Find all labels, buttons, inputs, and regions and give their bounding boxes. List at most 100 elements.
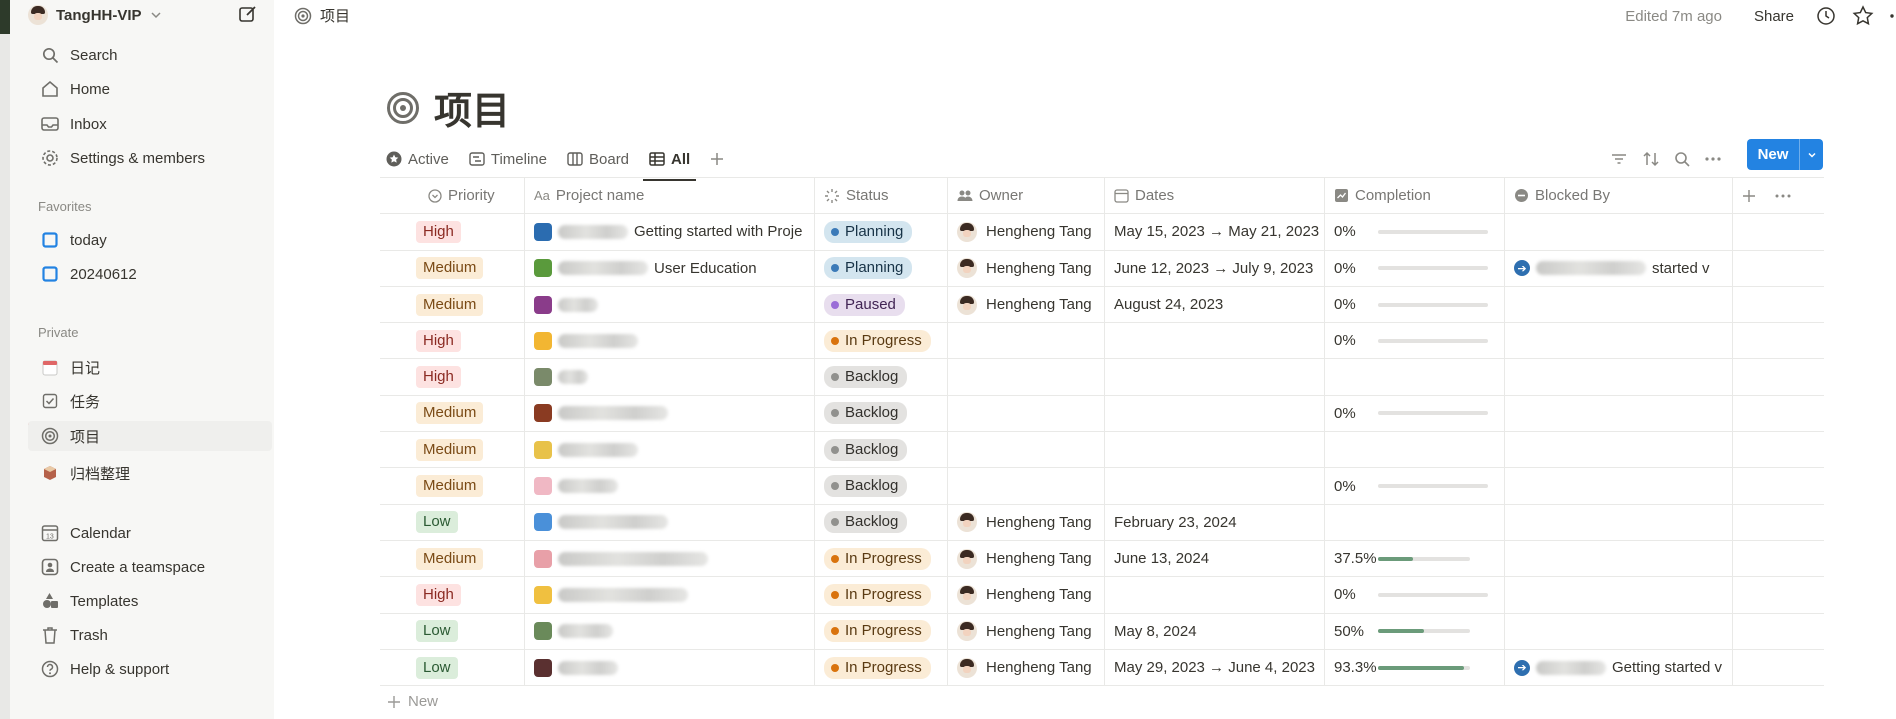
- tab-active[interactable]: Active: [386, 144, 449, 174]
- table-row[interactable]: High Backlog: [380, 359, 1824, 396]
- cell-project-name[interactable]: [525, 395, 815, 432]
- cell-project-name[interactable]: [525, 577, 815, 613]
- add-view-icon[interactable]: [710, 152, 724, 166]
- cell-priority[interactable]: High: [380, 359, 525, 395]
- sidebar-item-help[interactable]: Help & support: [28, 654, 272, 684]
- cell-priority[interactable]: Medium: [380, 250, 525, 286]
- cell-blocked-by[interactable]: [1505, 577, 1733, 613]
- cell-blocked-by[interactable]: [1505, 286, 1733, 323]
- blocked-by-relation[interactable]: ➔ Getting started v: [1514, 659, 1722, 676]
- cell-priority[interactable]: Medium: [380, 395, 525, 432]
- cell-owner[interactable]: [948, 395, 1105, 432]
- filter-icon[interactable]: [1610, 151, 1628, 167]
- sidebar-private-0[interactable]: 日记: [28, 352, 272, 382]
- cell-owner[interactable]: Hengheng Tang: [948, 286, 1105, 323]
- new-entry-button[interactable]: New: [1747, 139, 1823, 170]
- cell-dates[interactable]: May 15, 2023 → May 21, 2023: [1105, 214, 1325, 250]
- cell-blocked-by[interactable]: [1505, 613, 1733, 649]
- cell-priority[interactable]: Medium: [380, 540, 525, 577]
- cell-blocked-by[interactable]: [1505, 323, 1733, 359]
- cell-status[interactable]: Planning: [815, 250, 948, 286]
- cell-blocked-by[interactable]: ➔ Getting started v: [1505, 649, 1733, 686]
- table-row[interactable]: Medium Backlog: [380, 432, 1824, 469]
- add-column-icon[interactable]: [1742, 189, 1756, 203]
- cell-project-name[interactable]: [525, 359, 815, 395]
- table-row[interactable]: Low In Progress Hengheng Tang May 29, 2023 …: [380, 649, 1824, 687]
- cell-owner[interactable]: [948, 468, 1105, 504]
- breadcrumb[interactable]: 项目: [294, 5, 350, 26]
- cell-status[interactable]: In Progress: [815, 323, 948, 359]
- cell-dates[interactable]: [1105, 577, 1325, 613]
- cell-owner[interactable]: [948, 432, 1105, 468]
- cell-project-name[interactable]: [525, 468, 815, 504]
- cell-project-name[interactable]: [525, 649, 815, 686]
- cell-project-name[interactable]: [525, 432, 815, 468]
- sort-icon[interactable]: [1642, 151, 1660, 167]
- cell-owner[interactable]: Hengheng Tang: [948, 540, 1105, 577]
- column-status[interactable]: Status: [815, 178, 948, 214]
- cell-status[interactable]: In Progress: [815, 540, 948, 577]
- cell-priority[interactable]: Low: [380, 649, 525, 686]
- cell-project-name[interactable]: [525, 323, 815, 359]
- add-row-button[interactable]: New: [388, 693, 438, 710]
- cell-blocked-by[interactable]: [1505, 359, 1733, 395]
- sidebar-private-1[interactable]: 任务: [28, 386, 272, 416]
- cell-project-name[interactable]: [525, 504, 815, 540]
- cell-status[interactable]: In Progress: [815, 613, 948, 649]
- cell-blocked-by[interactable]: [1505, 540, 1733, 577]
- cell-dates[interactable]: May 29, 2023 → June 4, 2023: [1105, 649, 1325, 686]
- new-page-icon[interactable]: [238, 4, 258, 24]
- cell-project-name[interactable]: User Education: [525, 250, 815, 286]
- column-dates[interactable]: Dates: [1105, 178, 1325, 214]
- cell-dates[interactable]: February 23, 2024: [1105, 504, 1325, 540]
- cell-blocked-by[interactable]: [1505, 504, 1733, 540]
- sidebar-private-2[interactable]: 项目: [28, 421, 272, 451]
- cell-status[interactable]: In Progress: [815, 649, 948, 686]
- cell-owner[interactable]: Hengheng Tang: [948, 250, 1105, 286]
- star-icon[interactable]: [1852, 5, 1874, 27]
- column-blocked-by[interactable]: Blocked By: [1505, 178, 1733, 214]
- cell-owner[interactable]: Hengheng Tang: [948, 613, 1105, 649]
- cell-dates[interactable]: August 24, 2023: [1105, 286, 1325, 323]
- cell-priority[interactable]: Low: [380, 504, 525, 540]
- cell-dates[interactable]: [1105, 468, 1325, 504]
- cell-status[interactable]: Backlog: [815, 468, 948, 504]
- table-row[interactable]: Medium Paused Hengheng Tang August 24, 2023…: [380, 286, 1824, 324]
- sidebar-item-create[interactable]: Create a teamspace: [28, 552, 272, 582]
- cell-status[interactable]: Planning: [815, 214, 948, 250]
- table-row[interactable]: Low Backlog Hengheng Tang February 23, 2024: [380, 504, 1824, 541]
- cell-status[interactable]: Paused: [815, 286, 948, 323]
- table-row[interactable]: High In Progress 0%: [380, 323, 1824, 360]
- cell-priority[interactable]: High: [380, 577, 525, 613]
- sidebar-private-3[interactable]: 归档整理: [28, 458, 272, 488]
- cell-status[interactable]: Backlog: [815, 395, 948, 432]
- column-owner[interactable]: Owner: [948, 178, 1105, 214]
- cell-dates[interactable]: [1105, 395, 1325, 432]
- cell-owner[interactable]: Hengheng Tang: [948, 214, 1105, 250]
- cell-status[interactable]: Backlog: [815, 359, 948, 395]
- share-button[interactable]: Share: [1754, 8, 1794, 25]
- table-row[interactable]: Medium Backlog 0%: [380, 395, 1824, 433]
- cell-owner[interactable]: Hengheng Tang: [948, 649, 1105, 686]
- more-dots-icon[interactable]: [1774, 189, 1792, 203]
- cell-blocked-by[interactable]: [1505, 468, 1733, 504]
- tab-all[interactable]: All: [643, 144, 697, 181]
- workspace-switcher[interactable]: TangHH-VIP: [28, 3, 162, 27]
- tab-timeline[interactable]: Timeline: [469, 144, 547, 174]
- table-row[interactable]: Medium Backlog 0%: [380, 468, 1824, 505]
- sidebar-item-settings[interactable]: Settings & members: [28, 143, 272, 173]
- more-dots-icon[interactable]: [1704, 151, 1722, 167]
- tab-board[interactable]: Board: [567, 144, 629, 174]
- cell-dates[interactable]: [1105, 432, 1325, 468]
- sidebar-item-templates[interactable]: Templates: [28, 586, 272, 616]
- table-row[interactable]: Low In Progress Hengheng Tang May 8, 2024 50…: [380, 613, 1824, 650]
- cell-status[interactable]: Backlog: [815, 504, 948, 540]
- cell-priority[interactable]: Medium: [380, 286, 525, 323]
- cell-project-name[interactable]: Getting started with Proje: [525, 214, 815, 250]
- column-project-name[interactable]: Aa Project name: [525, 178, 815, 214]
- cell-blocked-by[interactable]: [1505, 214, 1733, 250]
- cell-priority[interactable]: High: [380, 323, 525, 359]
- table-row[interactable]: High In Progress Hengheng Tang 0%: [380, 577, 1824, 614]
- cell-dates[interactable]: [1105, 323, 1325, 359]
- cell-blocked-by[interactable]: [1505, 432, 1733, 468]
